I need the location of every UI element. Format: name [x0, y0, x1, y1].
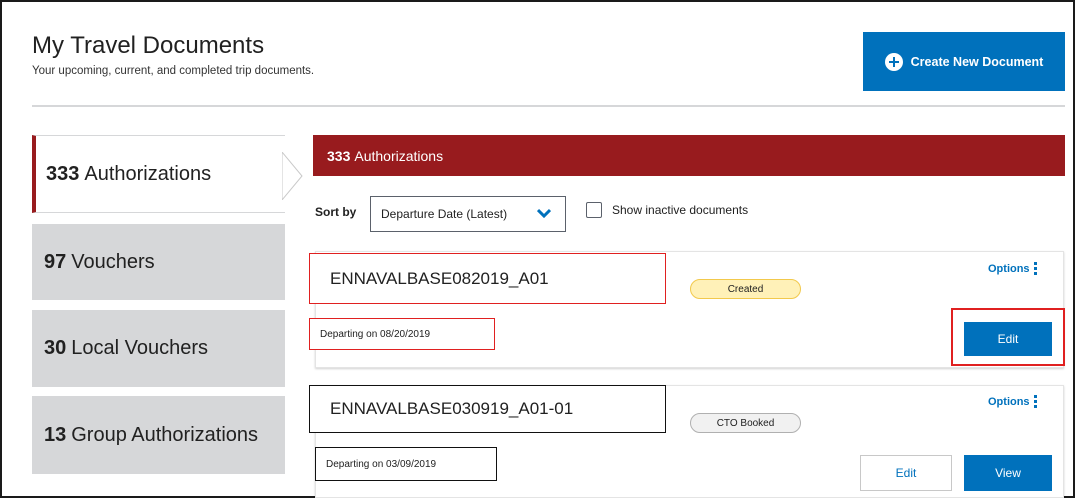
show-inactive-label: Show inactive documents — [612, 203, 749, 217]
active-tab-arrow-icon — [282, 152, 303, 200]
status-badge: Created — [690, 279, 801, 299]
panel-header-label: Authorizations — [354, 147, 444, 164]
options-menu[interactable]: Options — [988, 395, 1037, 408]
sidebar-item-count: 30 — [44, 337, 67, 359]
page-subtitle: Your upcoming, current, and completed tr… — [32, 65, 315, 77]
view-button[interactable]: View — [964, 455, 1052, 491]
departing-date: Departing on 03/09/2019 — [315, 447, 497, 481]
sidebar-item-local-vouchers[interactable]: 30 Local Vouchers — [32, 310, 285, 387]
sidebar-item-group-authorizations[interactable]: 13 Group Authorizations — [32, 396, 285, 474]
sidebar-item-vouchers[interactable]: 97 Vouchers — [32, 224, 285, 300]
sidebar-item-count: 97 — [44, 250, 67, 273]
sort-select[interactable]: Departure Date (Latest) — [370, 196, 566, 232]
document-name[interactable]: ENNAVALBASE030919_A01-01 — [309, 385, 666, 433]
document-name[interactable]: ENNAVALBASE082019_A01 — [309, 253, 666, 304]
sidebar-item-label: Group Authorizations — [71, 423, 259, 446]
page-title: My Travel Documents — [32, 32, 265, 59]
sidebar-item-label: Vouchers — [71, 250, 155, 273]
sidebar-item-count: 333 — [46, 162, 80, 185]
sort-select-value: Departure Date (Latest) — [381, 207, 508, 221]
options-label: Options — [988, 395, 1030, 408]
sidebar-item-label: Authorizations — [84, 162, 212, 185]
kebab-menu-icon — [1033, 395, 1037, 408]
app-frame: My Travel Documents Your upcoming, curre… — [0, 0, 1075, 498]
sidebar-item-count: 13 — [44, 423, 67, 446]
edit-button[interactable]: Edit — [860, 455, 952, 491]
show-inactive-checkbox[interactable] — [586, 202, 602, 218]
panel-header: 333 Authorizations — [313, 135, 1065, 176]
header-divider — [32, 105, 1065, 107]
panel-header-count: 333 — [327, 147, 351, 164]
edit-button-highlight — [951, 308, 1065, 366]
plus-circle-icon — [884, 52, 903, 71]
options-label: Options — [988, 262, 1030, 275]
kebab-menu-icon — [1033, 262, 1037, 275]
departing-date: Departing on 08/20/2019 — [309, 318, 495, 350]
status-badge: CTO Booked — [690, 413, 801, 433]
create-new-document-button[interactable]: Create New Document — [863, 32, 1065, 91]
options-menu[interactable]: Options — [988, 262, 1037, 275]
sort-by-label: Sort by — [315, 205, 357, 219]
sidebar-item-authorizations[interactable]: 333 Authorizations — [32, 135, 285, 213]
create-new-document-label: Create New Document — [910, 54, 1044, 69]
chevron-down-icon — [537, 208, 551, 218]
sidebar-item-label: Local Vouchers — [71, 337, 209, 359]
